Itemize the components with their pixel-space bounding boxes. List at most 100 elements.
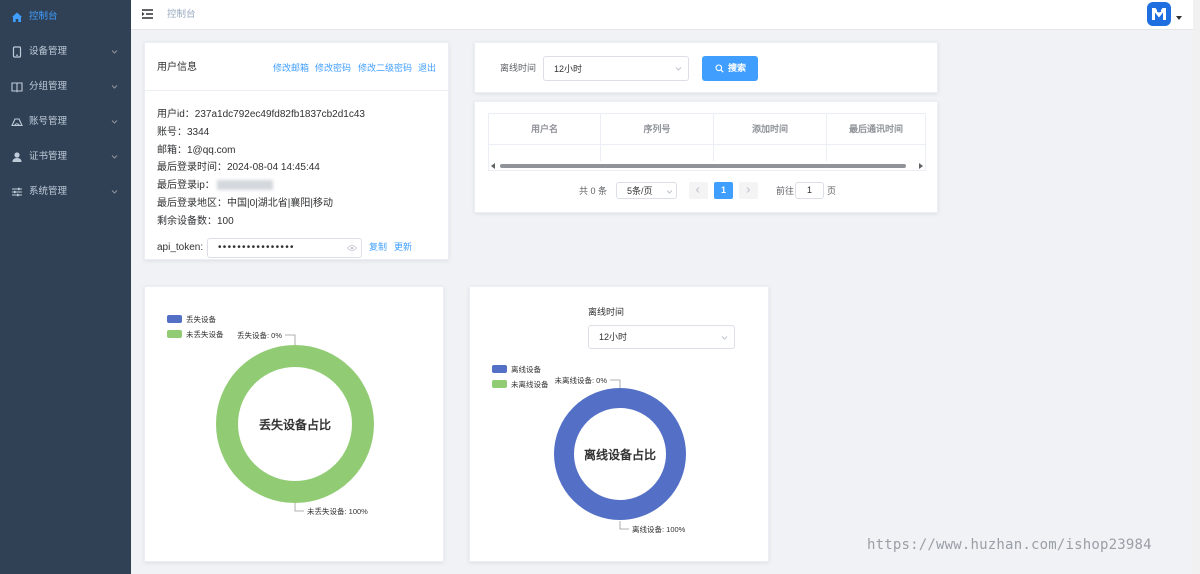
sidebar-item-label: 证书管理 xyxy=(29,151,68,162)
sidebar-item-devices[interactable]: 设备管理 xyxy=(0,35,131,70)
api-token-label: api_token: xyxy=(157,242,204,253)
sidebar-item-certificates[interactable]: 证书管理 xyxy=(0,140,131,175)
scroll-thumb[interactable] xyxy=(500,164,906,168)
user-id-line: 用户id：237a1dc792ec49fd82fb1837cb2d1c43 xyxy=(157,109,365,120)
avatar[interactable] xyxy=(1147,2,1171,26)
column-header-serial[interactable]: 序列号 xyxy=(601,114,714,145)
search-button-label: 搜索 xyxy=(728,63,747,73)
chevron-down-icon xyxy=(666,190,673,194)
page-suffix: 页 xyxy=(827,186,837,196)
search-card: 离线时间 12小时 搜索 xyxy=(474,42,938,93)
sidebar-item-label: 系统管理 xyxy=(29,186,68,197)
caret-down-icon[interactable] xyxy=(1176,16,1182,20)
scroll-right-arrow[interactable] xyxy=(919,163,923,169)
legend-swatch xyxy=(492,365,507,373)
data-label: 未离线设备: 0% xyxy=(554,375,607,385)
last-login-ip-line: 最后登录ip： xyxy=(157,180,273,192)
column-header-added-time[interactable]: 添加时间 xyxy=(714,114,827,145)
sliders-icon xyxy=(12,187,22,197)
change-password-link[interactable]: 修改密码 xyxy=(315,63,351,74)
lost-devices-chart-card: 丢失设备 未丢失设备 丢失设备占比 丢失设备: 0% 未丢失设备: 100% xyxy=(144,286,444,562)
redacted-ip xyxy=(216,180,273,191)
label-line xyxy=(619,521,629,530)
hamburger-icon[interactable] xyxy=(141,8,154,20)
legend-swatch xyxy=(167,315,182,323)
search-icon xyxy=(715,64,724,73)
data-label: 未丢失设备: 100% xyxy=(307,506,368,516)
sidebar-item-label: 账号管理 xyxy=(29,116,68,127)
offline-time-select[interactable]: 12小时 xyxy=(543,56,689,81)
breadcrumb: 控制台 xyxy=(167,9,196,20)
chevron-down-icon xyxy=(111,85,118,89)
legend-label: 丢失设备 xyxy=(186,314,216,324)
eye-icon[interactable] xyxy=(347,244,357,252)
chevron-left-icon xyxy=(695,187,700,193)
legend-swatch xyxy=(167,330,182,338)
chevron-down-icon xyxy=(111,120,118,124)
label-line xyxy=(285,334,296,345)
remaining-devices-line: 剩余设备数：100 xyxy=(157,216,234,227)
email-line: 邮箱：1@qq.com xyxy=(157,145,236,156)
goto-page-input[interactable]: 1 xyxy=(795,182,824,199)
user-info-title: 用户信息 xyxy=(157,62,197,73)
change-secondary-password-link[interactable]: 修改二级密码 xyxy=(358,63,412,74)
legend-label: 离线设备 xyxy=(511,364,541,374)
donut-slice xyxy=(554,388,686,520)
top-navbar: 控制台 xyxy=(131,0,1200,30)
logout-link[interactable]: 退出 xyxy=(418,63,436,74)
chart-offline-time-label: 离线时间 xyxy=(588,307,625,317)
sidebar-item-label: 分组管理 xyxy=(29,81,68,92)
table-empty-cell xyxy=(489,145,601,161)
page-size-select[interactable]: 5条/页 xyxy=(616,182,677,199)
scroll-left-arrow[interactable] xyxy=(491,163,495,169)
sidebar-item-label: 控制台 xyxy=(29,11,58,22)
page-size-value: 5条/页 xyxy=(627,186,653,196)
sidebar-item-label: 设备管理 xyxy=(29,46,68,57)
sidebar-item-groups[interactable]: 分组管理 xyxy=(0,70,131,105)
legend-label: 未离线设备 xyxy=(511,379,549,389)
last-login-ip-label: 最后登录ip： xyxy=(157,180,215,191)
account-line: 账号：3344 xyxy=(157,127,210,138)
legend-swatch xyxy=(492,380,507,388)
api-token-value: •••••••••••••••• xyxy=(218,242,295,253)
watermark: https://www.huzhan.com/ishop23984 xyxy=(867,537,1152,553)
table-horizontal-scrollbar[interactable] xyxy=(489,161,925,171)
sidebar-item-accounts[interactable]: 账号管理 xyxy=(0,105,131,140)
page-scrollbar[interactable] xyxy=(1193,0,1200,574)
last-login-time-line: 最后登录时间：2024-08-04 14:45:44 xyxy=(157,162,320,173)
chart-offline-time-select[interactable]: 12小时 xyxy=(588,325,735,349)
goto-label: 前往 xyxy=(776,186,795,196)
page-number-current[interactable]: 1 xyxy=(714,182,733,199)
home-icon xyxy=(12,12,22,22)
user-info-header: 用户信息 修改邮箱 修改密码 修改二级密码 退出 xyxy=(145,43,448,91)
shelter-icon xyxy=(11,118,23,127)
chart-offline-time-select-value: 12小时 xyxy=(599,332,628,342)
chevron-right-icon xyxy=(746,187,751,193)
table-empty-cell xyxy=(601,145,714,161)
chevron-down-icon xyxy=(111,190,118,194)
next-page-button[interactable] xyxy=(739,182,758,199)
chevron-down-icon xyxy=(675,67,682,71)
search-button[interactable]: 搜索 xyxy=(702,56,758,81)
sidebar-item-dashboard[interactable]: 控制台 xyxy=(0,0,131,35)
prev-page-button[interactable] xyxy=(689,182,708,199)
data-label: 离线设备: 100% xyxy=(632,524,686,534)
tablet-icon xyxy=(12,46,22,58)
chevron-down-icon xyxy=(111,155,118,159)
column-header-last-comm-time[interactable]: 最后通讯时间 xyxy=(827,114,925,145)
label-line xyxy=(294,503,304,512)
offline-time-label: 离线时间 xyxy=(500,63,537,73)
user-icon xyxy=(12,152,22,162)
device-table: 用户名 序列号 添加时间 最后通讯时间 xyxy=(488,113,926,171)
api-token-input[interactable]: •••••••••••••••• xyxy=(207,238,362,258)
refresh-token-link[interactable]: 更新 xyxy=(394,242,412,253)
last-login-region-line: 最后登录地区：中国|0|湖北省|襄阳|移动 xyxy=(157,198,333,209)
book-icon xyxy=(11,82,23,93)
column-header-username[interactable]: 用户名 xyxy=(489,114,601,145)
change-email-link[interactable]: 修改邮箱 xyxy=(273,63,309,74)
chevron-down-icon xyxy=(111,50,118,54)
legend-label: 未丢失设备 xyxy=(186,329,224,339)
copy-token-link[interactable]: 复制 xyxy=(369,242,387,253)
sidebar-item-system[interactable]: 系统管理 xyxy=(0,175,131,210)
logo-icon xyxy=(1152,8,1166,20)
